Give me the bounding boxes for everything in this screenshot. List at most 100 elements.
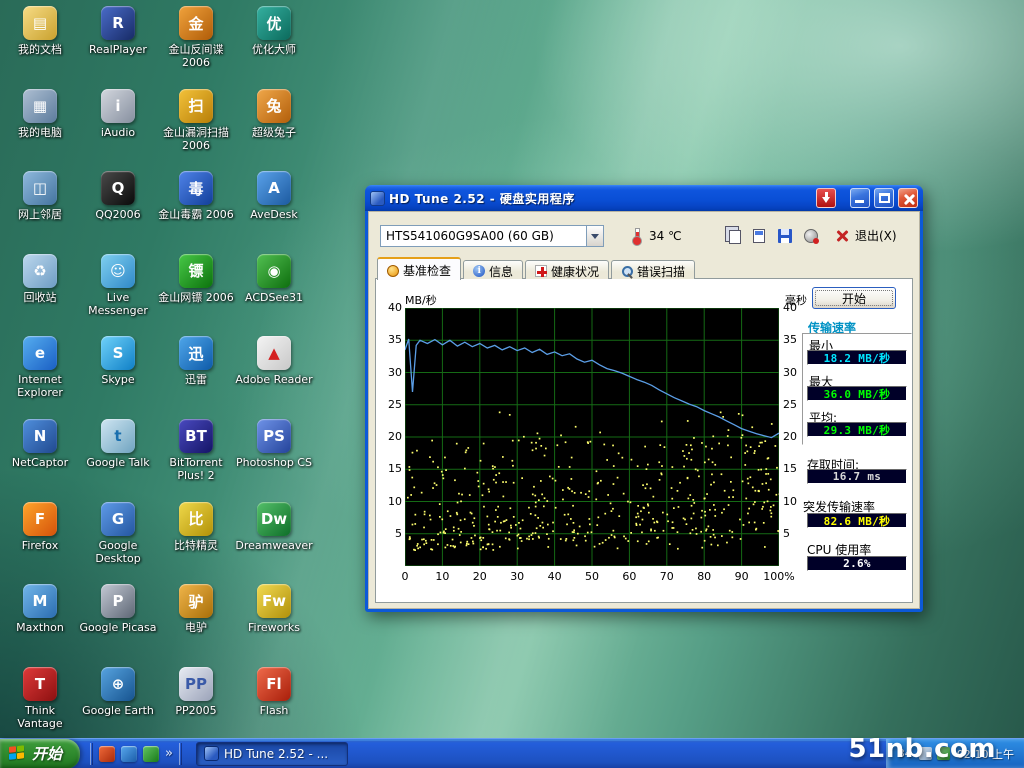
desktop-icon-google-talk[interactable]: tGoogle Talk [79,419,157,469]
thunder-icon: 迅 [179,336,213,370]
save-button[interactable] [773,224,797,247]
burst-rate-value: 82.6 MB/秒 [807,513,907,528]
desktop-icon-live-messenger[interactable]: ☺Live Messenger [79,254,157,317]
desktop-icon-internet-explorer[interactable]: eInternet Explorer [1,336,79,399]
titlebar[interactable]: HD Tune 2.52 - 硬盘实用程序 [365,185,923,211]
tab-info[interactable]: 信息 [463,260,523,279]
minimize-button[interactable] [850,188,870,208]
minimize-icon [855,200,864,203]
desktop-icon-google-desktop[interactable]: GGoogle Desktop [79,502,157,565]
quick-launch-2-icon[interactable] [121,746,137,762]
network-places-icon: ◫ [23,171,57,205]
desktop-icon-my-documents[interactable]: ▤我的文档 [1,6,79,56]
y-tick-label-left: 10 [376,495,402,508]
maxthon-icon: M [23,584,57,618]
start-button[interactable]: 开始 [812,287,896,309]
desktop-icon-label: iAudio [79,126,157,139]
desktop-icon-label: Dreamweaver [235,539,313,552]
y-tick-label-left: 20 [376,430,402,443]
max-value: 36.0 MB/秒 [807,386,907,401]
update-button[interactable] [816,188,836,208]
watermark: 51nb.com [848,734,996,764]
quick-launch-items [99,746,159,762]
drive-select-combo[interactable]: HTS541060G9SA00 (60 GB) [380,225,604,247]
avg-value: 29.3 MB/秒 [807,422,907,437]
tab-error-scan[interactable]: 错误扫描 [611,260,695,279]
live-messenger-icon: ☺ [101,254,135,288]
quick-launch-3-icon[interactable] [143,746,159,762]
desktop-icon-skype[interactable]: SSkype [79,336,157,386]
desktop-icon-thunder[interactable]: 迅迅雷 [157,336,235,386]
desktop-icon-flash[interactable]: FlFlash [235,667,313,717]
desktop-icon-think-vantage[interactable]: TThink Vantage [1,667,79,730]
internet-explorer-icon: e [23,336,57,370]
desktop-icon-photoshop-cs[interactable]: PSPhotoshop CS [235,419,313,469]
desktop-icon-label: 我的电脑 [1,126,79,139]
x-tick-label: 80 [687,570,721,583]
close-button[interactable] [898,188,918,208]
desktop-icon-label: 金山网镖 2006 [157,291,235,304]
desktop-icon-google-earth[interactable]: ⊕Google Earth [79,667,157,717]
realplayer-icon: R [101,6,135,40]
desktop-icon-qq2006[interactable]: QQQ2006 [79,171,157,221]
desktop-icon-acdsee31[interactable]: ◉ACDSee31 [235,254,313,304]
desktop-icon-super-rabbit[interactable]: 兔超级兔子 [235,89,313,139]
options-gear-icon [804,229,818,243]
options-button[interactable] [799,224,823,247]
desktop-icon-label: Google Talk [79,456,157,469]
desktop-icon-firefox[interactable]: FFirefox [1,502,79,552]
desktop-icon-bitspirit[interactable]: 比比特精灵 [157,502,235,552]
desktop-icon-label: 金山漏洞扫描 2006 [157,126,235,152]
y-tick-label-right: 35 [783,333,809,346]
quick-launch-overflow-chevron[interactable]: » [165,746,173,761]
desktop-icon-emule[interactable]: 驴电驴 [157,584,235,634]
desktop-icon-avedesk[interactable]: AAveDesk [235,171,313,221]
adobe-reader-icon: ▲ [257,336,291,370]
tab-benchmark[interactable]: 基准检查 [377,257,461,280]
desktop-icon-kingsoft-antivirus[interactable]: 毒金山毒霸 2006 [157,171,235,221]
kingsoft-antispy-icon: 金 [179,6,213,40]
desktop-icon-realplayer[interactable]: RRealPlayer [79,6,157,56]
desktop-icon-kingsoft-netguard[interactable]: 镖金山网镖 2006 [157,254,235,304]
magnifier-icon [621,265,633,277]
copy-text-button[interactable] [721,224,745,247]
x-tick-label: 60 [612,570,646,583]
tab-bar: 基准检查 信息 健康状况 错误扫描 [377,258,697,279]
tab-health[interactable]: 健康状况 [525,260,609,279]
desktop-icon-maxthon[interactable]: MMaxthon [1,584,79,634]
bitspirit-icon: 比 [179,502,213,536]
desktop-icon-label: QQ2006 [79,208,157,221]
desktop-icon-recycle-bin[interactable]: ♻回收站 [1,254,79,304]
hdtune-task-icon [204,746,219,761]
desktop-icon-bittorrent-plus[interactable]: BTBitTorrent Plus! 2 [157,419,235,482]
desktop-icon-pp2005[interactable]: PPPP2005 [157,667,235,717]
desktop-icon-iaudio[interactable]: iiAudio [79,89,157,139]
exit-button[interactable]: 退出(X) [835,227,897,244]
hdtune-task-button[interactable]: HD Tune 2.52 - ... [196,742,348,766]
desktop-icon-adobe-reader[interactable]: ▲Adobe Reader [235,336,313,386]
desktop-icon-youhua-dashi[interactable]: 优优化大师 [235,6,313,56]
x-tick-label: 90 [725,570,759,583]
start-menu-button[interactable]: 开始 [0,739,80,768]
quick-launch-1-icon[interactable] [99,746,115,762]
desktop-icon-netcaptor[interactable]: NNetCaptor [1,419,79,469]
my-documents-icon: ▤ [23,6,57,40]
desktop-icon-kingsoft-antispy[interactable]: 金金山反间谍 2006 [157,6,235,69]
dreamweaver-icon: Dw [257,502,291,536]
maximize-button[interactable] [874,188,894,208]
desktop-icon-my-computer[interactable]: ▦我的电脑 [1,89,79,139]
x-tick-label: 0 [388,570,422,583]
google-desktop-icon: G [101,502,135,536]
start-label: 开始 [32,743,62,764]
exit-label: 退出(X) [855,227,897,244]
desktop-icon-fireworks[interactable]: FwFireworks [235,584,313,634]
x-tick-label: 50 [575,570,609,583]
copy-image-button[interactable] [747,224,771,247]
desktop-icon-dreamweaver[interactable]: Dw Dreamweaver [235,502,313,552]
combo-dropdown-button[interactable] [586,226,603,246]
super-rabbit-icon: 兔 [257,89,291,123]
desktop-icon-kingsoft-leak-scan[interactable]: 扫金山漏洞扫描 2006 [157,89,235,152]
desktop-icon-google-picasa[interactable]: PGoogle Picasa [79,584,157,634]
desktop-icon-label: Fireworks [235,621,313,634]
desktop-icon-network-places[interactable]: ◫网上邻居 [1,171,79,221]
